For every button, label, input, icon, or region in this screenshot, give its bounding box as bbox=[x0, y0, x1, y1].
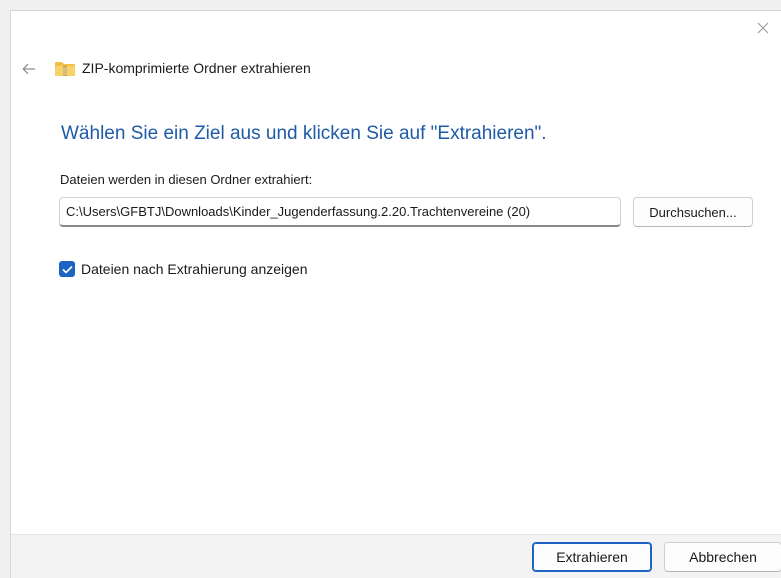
destination-path-input[interactable] bbox=[59, 197, 621, 227]
cancel-button[interactable]: Abbrechen bbox=[664, 542, 781, 572]
extract-dialog: ZIP-komprimierte Ordner extrahieren Wähl… bbox=[10, 10, 781, 578]
browse-button[interactable]: Durchsuchen... bbox=[633, 197, 753, 227]
dialog-title: ZIP-komprimierte Ordner extrahieren bbox=[82, 60, 311, 76]
zip-folder-icon bbox=[55, 62, 75, 76]
back-arrow-icon bbox=[22, 63, 35, 75]
show-files-label: Dateien nach Extrahierung anzeigen bbox=[81, 261, 308, 277]
close-button[interactable] bbox=[745, 11, 781, 45]
show-files-option[interactable]: Dateien nach Extrahierung anzeigen bbox=[59, 259, 308, 279]
dialog-header: ZIP-komprimierte Ordner extrahieren bbox=[11, 51, 781, 87]
instruction-heading: Wählen Sie ein Ziel aus und klicken Sie … bbox=[61, 123, 547, 144]
extract-button[interactable]: Extrahieren bbox=[532, 542, 652, 572]
destination-label: Dateien werden in diesen Ordner extrahie… bbox=[60, 172, 313, 187]
dialog-footer: Extrahieren Abbrechen bbox=[11, 534, 781, 578]
back-button[interactable] bbox=[15, 57, 43, 81]
close-icon bbox=[757, 22, 769, 34]
show-files-checkbox[interactable] bbox=[59, 261, 75, 277]
checkmark-icon bbox=[61, 265, 73, 274]
